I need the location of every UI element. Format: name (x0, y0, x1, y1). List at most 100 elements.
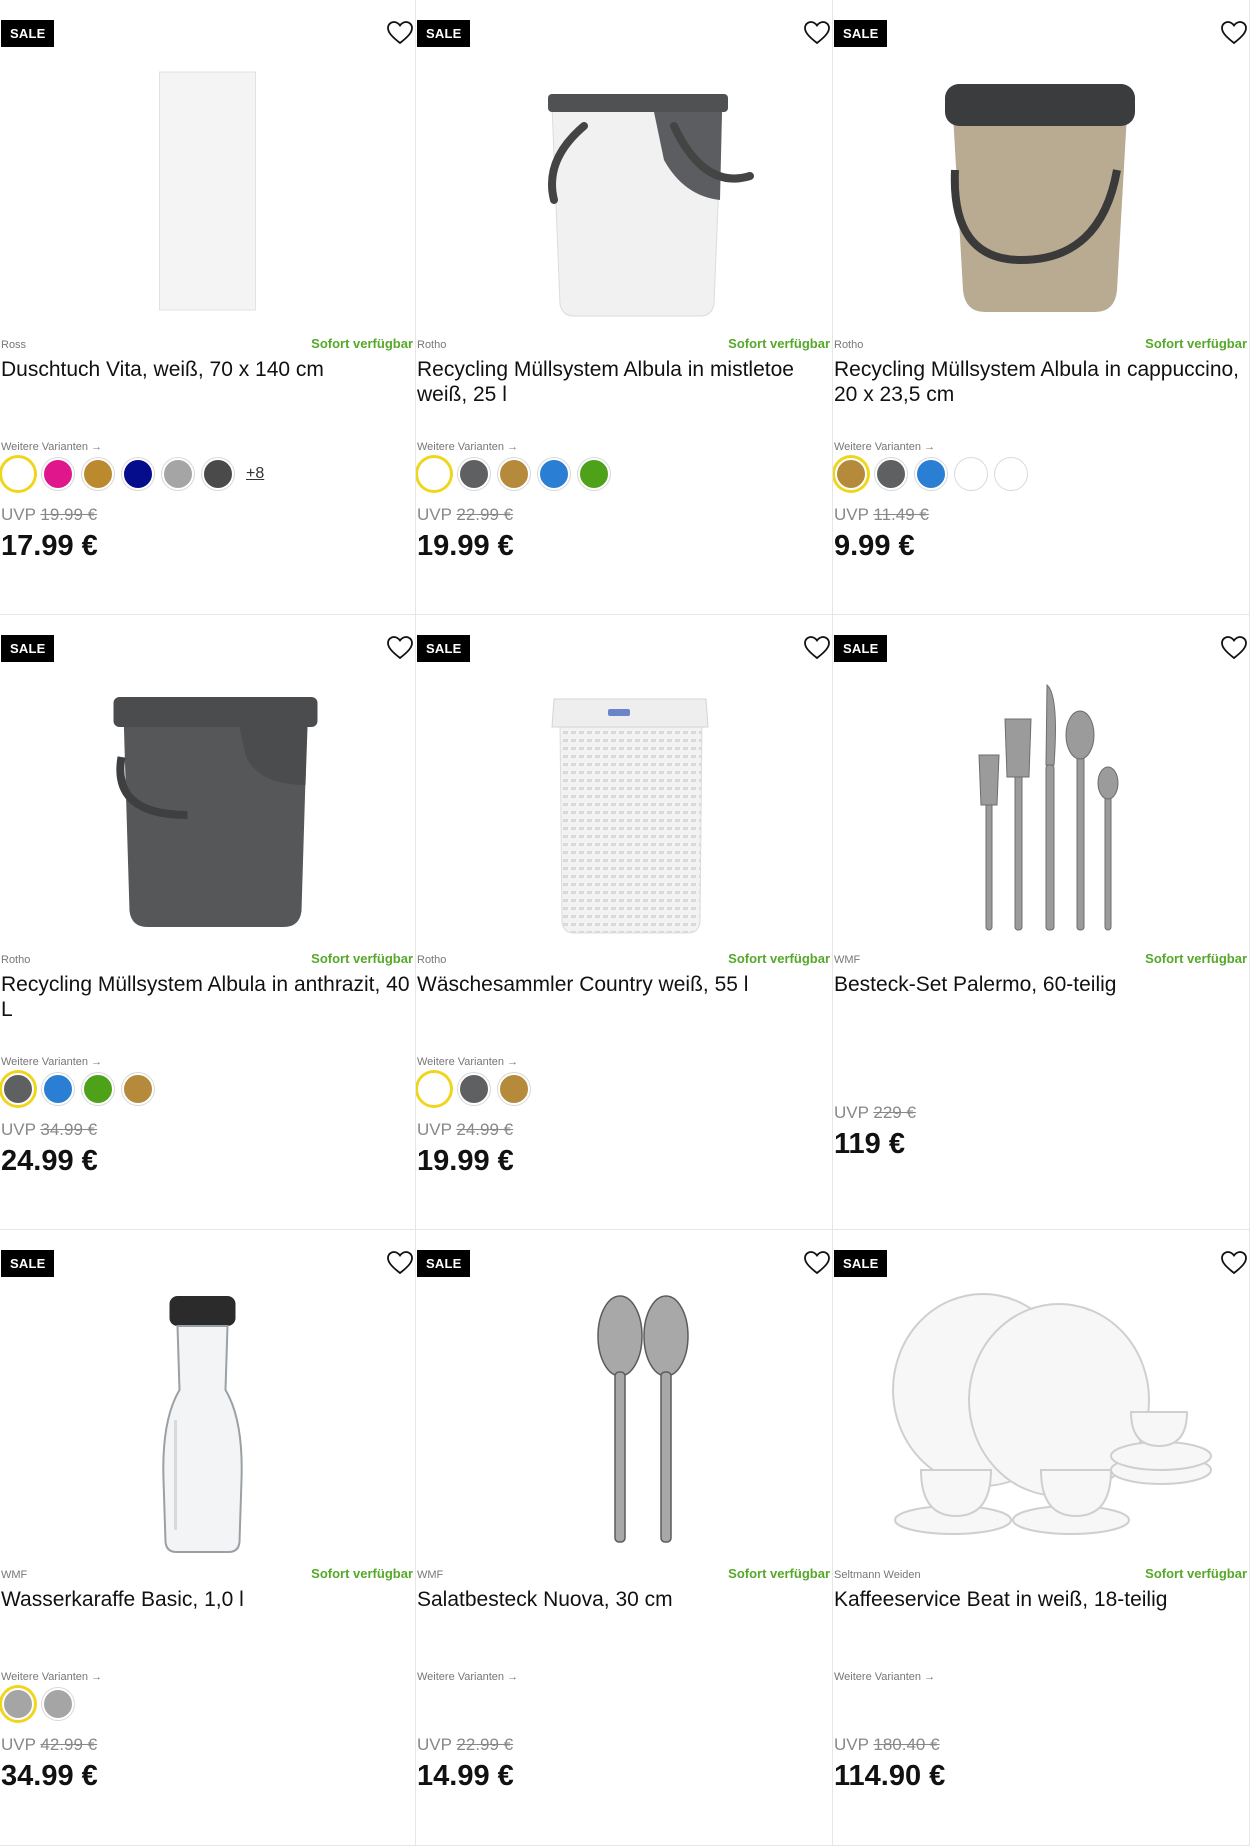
sale-badge: SALE (417, 20, 471, 47)
sale-badge: SALE (834, 1250, 888, 1277)
old-price: 42.99 € (40, 1735, 98, 1754)
laundry-basket-icon[interactable] (446, 665, 802, 945)
uvp-label: UVP (834, 1103, 869, 1122)
wishlist-heart-icon[interactable] (385, 633, 415, 663)
variants-link[interactable]: Weitere Varianten → (1, 1671, 102, 1683)
brand-label: WMF (417, 1569, 444, 1581)
color-swatch[interactable] (42, 1688, 74, 1720)
bin-anthracite-icon[interactable] (30, 665, 385, 945)
product-card[interactable]: SALE Rotho Sofort verfügbar Wäschesammle (416, 615, 833, 1230)
color-swatch[interactable] (995, 458, 1027, 490)
sale-price: 34.99 € (1, 1760, 98, 1792)
more-variants-link[interactable]: +8 (246, 465, 264, 483)
product-card[interactable]: SALE Rotho Sofort verfügbar Recycling Mü… (0, 615, 416, 1230)
product-card[interactable]: SALE Ross Sofort verfügbar Duschtuch Vit… (0, 0, 416, 615)
product-card[interactable]: SALE WMF Sofort verfügbar Wasserkaraffe … (0, 1230, 416, 1846)
color-swatch[interactable] (835, 458, 867, 490)
wishlist-heart-icon[interactable] (1219, 1248, 1249, 1278)
variants-link[interactable]: Weitere Varianten → (1, 1056, 102, 1068)
product-title[interactable]: Besteck-Set Palermo, 60-teilig (834, 972, 1245, 997)
old-price: 22.99 € (456, 1735, 514, 1754)
color-swatch[interactable] (122, 458, 154, 490)
wishlist-heart-icon[interactable] (385, 18, 415, 48)
brand-label: Rotho (417, 954, 447, 966)
color-swatch[interactable] (42, 458, 74, 490)
availability-label: Sofort verfügbar (728, 951, 830, 966)
carafe-icon[interactable] (30, 1280, 385, 1560)
color-swatch[interactable] (458, 458, 490, 490)
wishlist-heart-icon[interactable] (1219, 18, 1249, 48)
variants-link[interactable]: Weitere Varianten → (1, 441, 102, 453)
availability-label: Sofort verfügbar (1145, 336, 1247, 351)
color-swatch[interactable] (202, 458, 234, 490)
brand-label: WMF (1, 1569, 28, 1581)
wishlist-heart-icon[interactable] (802, 18, 832, 48)
color-swatch[interactable] (915, 458, 947, 490)
product-title[interactable]: Duschtuch Vita, weiß, 70 x 140 cm (1, 357, 411, 382)
color-swatch[interactable] (2, 1688, 34, 1720)
variants-link[interactable]: Weitere Varianten → (834, 441, 935, 453)
uvp-price: UVP 229 € (834, 1103, 916, 1123)
sale-price: 19.99 € (417, 1145, 514, 1177)
salad-servers-icon[interactable] (446, 1280, 802, 1560)
uvp-label: UVP (417, 505, 452, 524)
sale-price: 24.99 € (1, 1145, 98, 1177)
color-swatches (2, 1688, 74, 1720)
product-card[interactable]: SALE Seltmann Weiden Sofort verfügbar Ka… (833, 1230, 1250, 1846)
variants-link[interactable]: Weitere Varianten → (417, 1671, 518, 1683)
color-swatch[interactable] (458, 1073, 490, 1105)
uvp-label: UVP (834, 1735, 869, 1754)
product-title[interactable]: Recycling Müllsystem Albula in cappuccin… (834, 357, 1245, 407)
coffee-set-icon[interactable] (863, 1280, 1219, 1560)
color-swatch[interactable] (538, 458, 570, 490)
availability-label: Sofort verfügbar (1145, 951, 1247, 966)
availability-label: Sofort verfügbar (728, 1566, 830, 1581)
color-swatch[interactable] (2, 458, 34, 490)
wishlist-heart-icon[interactable] (802, 1248, 832, 1278)
color-swatch[interactable] (418, 1073, 450, 1105)
color-swatch[interactable] (42, 1073, 74, 1105)
sale-price: 114.90 € (834, 1760, 946, 1792)
cutlery-icon[interactable] (863, 665, 1219, 945)
wishlist-heart-icon[interactable] (802, 633, 832, 663)
product-title[interactable]: Salatbesteck Nuova, 30 cm (417, 1587, 828, 1612)
wishlist-heart-icon[interactable] (1219, 633, 1249, 663)
color-swatch[interactable] (498, 1073, 530, 1105)
brand-label: Rotho (417, 339, 447, 351)
wishlist-heart-icon[interactable] (385, 1248, 415, 1278)
color-swatch[interactable] (875, 458, 907, 490)
brand-label: WMF (834, 954, 861, 966)
uvp-price: UVP 24.99 € (417, 1120, 513, 1140)
old-price: 34.99 € (40, 1120, 98, 1139)
product-title[interactable]: Wäschesammler Country weiß, 55 l (417, 972, 828, 997)
availability-label: Sofort verfügbar (1145, 1566, 1247, 1581)
variants-link[interactable]: Weitere Varianten → (417, 1056, 518, 1068)
product-title[interactable]: Kaffeeservice Beat in weiß, 18-teilig (834, 1587, 1245, 1612)
sale-badge: SALE (1, 635, 55, 662)
bin-cappuccino-icon[interactable] (863, 50, 1219, 330)
product-title[interactable]: Recycling Müllsystem Albula in mistletoe… (417, 357, 828, 407)
color-swatch[interactable] (82, 458, 114, 490)
product-card[interactable]: SALE Rotho Sofort verfügbar Recycling Mü… (833, 0, 1250, 615)
color-swatch[interactable] (162, 458, 194, 490)
variants-link[interactable]: Weitere Varianten → (834, 1671, 935, 1683)
color-swatch[interactable] (82, 1073, 114, 1105)
color-swatch[interactable] (578, 458, 610, 490)
color-swatch[interactable] (955, 458, 987, 490)
color-swatch[interactable] (122, 1073, 154, 1105)
towel-icon[interactable] (30, 50, 385, 330)
product-card[interactable]: SALE Rotho Sofort verfügbar Recycling Mü… (416, 0, 833, 615)
product-title[interactable]: Wasserkaraffe Basic, 1,0 l (1, 1587, 411, 1612)
product-card[interactable]: SALE WMF Sofort verfügbar Salatbesteck N… (416, 1230, 833, 1846)
variants-link[interactable]: Weitere Varianten → (417, 441, 518, 453)
sale-badge: SALE (417, 1250, 471, 1277)
product-title[interactable]: Recycling Müllsystem Albula in anthrazit… (1, 972, 411, 1022)
uvp-label: UVP (834, 505, 869, 524)
color-swatch[interactable] (418, 458, 450, 490)
color-swatch[interactable] (498, 458, 530, 490)
sale-badge: SALE (834, 20, 888, 47)
color-swatch[interactable] (2, 1073, 34, 1105)
product-card[interactable]: SALE WMF Sofort verfügbar Besteck-Set Pa… (833, 615, 1250, 1230)
bin-white-icon[interactable] (446, 50, 802, 330)
uvp-price: UVP 11.49 € (834, 505, 929, 525)
